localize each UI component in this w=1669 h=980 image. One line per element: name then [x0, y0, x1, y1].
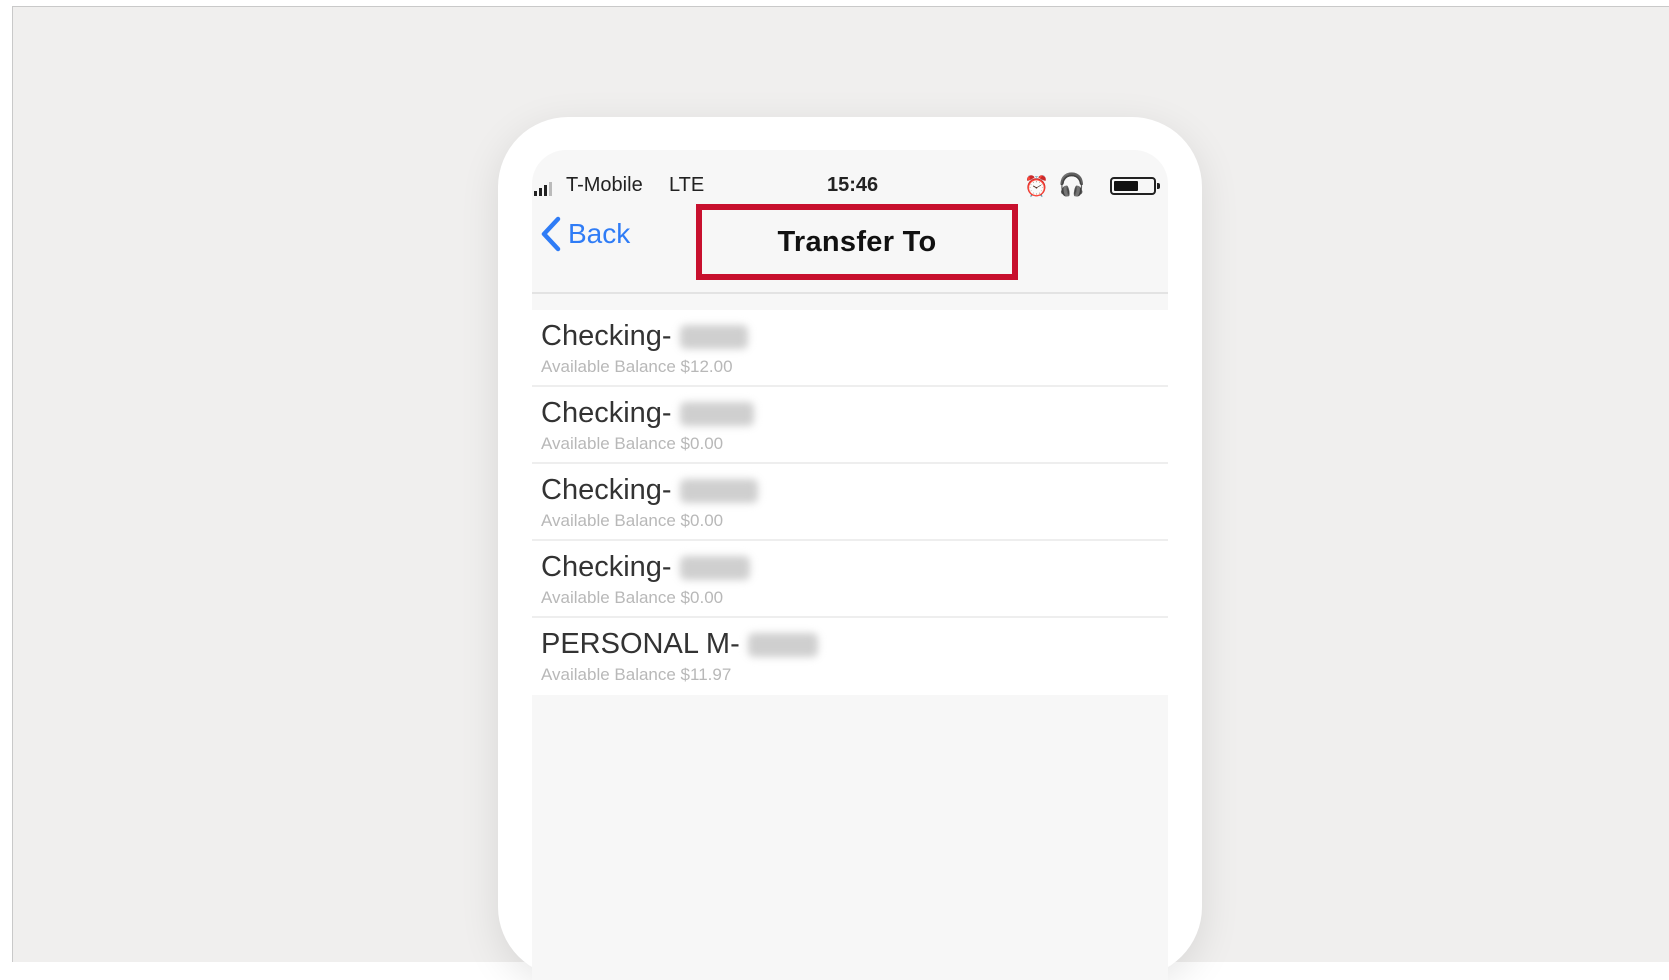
account-name: PERSONAL M- — [541, 628, 740, 660]
headphones-icon: 🎧 — [1058, 172, 1086, 197]
redacted-number — [679, 555, 750, 580]
redacted-number — [679, 401, 754, 426]
alarm-icon: ⏰ — [1024, 176, 1049, 198]
carrier-name: T-Mobile — [566, 174, 643, 196]
chevron-left-icon — [541, 216, 561, 252]
signal-icon — [534, 182, 552, 196]
account-name: Checking- — [541, 551, 672, 583]
redacted-number — [679, 324, 748, 349]
account-name: Checking- — [541, 320, 672, 352]
account-row[interactable]: Checking- Available Balance $0.00 — [532, 541, 1168, 618]
redacted-number — [747, 632, 818, 657]
account-balance: Available Balance $0.00 — [541, 434, 724, 453]
battery-icon — [1110, 177, 1160, 195]
status-bar: T-Mobile LTE 15:46 ⏰ 🎧 — [532, 172, 1168, 200]
account-balance: Available Balance $0.00 — [541, 511, 724, 530]
title-highlight-box: Transfer To — [696, 204, 1018, 280]
status-time: 15:46 — [827, 174, 879, 196]
account-row[interactable]: Checking- Available Balance $0.00 — [532, 464, 1168, 541]
account-row[interactable]: Checking- Available Balance $0.00 — [532, 387, 1168, 464]
account-name: Checking- — [541, 474, 672, 506]
network-type: LTE — [669, 174, 705, 196]
navigation-bar: Back Transfer To — [532, 200, 1168, 294]
account-name: Checking- — [541, 397, 672, 429]
account-balance: Available Balance $12.00 — [541, 357, 733, 376]
page-title: Transfer To — [777, 225, 937, 258]
account-row[interactable]: Checking- Available Balance $12.00 — [532, 310, 1168, 387]
account-balance: Available Balance $11.97 — [541, 665, 732, 684]
account-balance: Available Balance $0.00 — [541, 588, 724, 607]
redacted-number — [679, 478, 758, 503]
account-list: Checking- Available Balance $12.00 Check… — [532, 310, 1168, 695]
phone-screen: T-Mobile LTE 15:46 ⏰ 🎧 Back Transfer To … — [532, 150, 1168, 980]
back-label: Back — [568, 218, 631, 249]
back-button[interactable]: Back — [538, 212, 630, 256]
account-row[interactable]: PERSONAL M- Available Balance $11.97 — [532, 618, 1168, 695]
